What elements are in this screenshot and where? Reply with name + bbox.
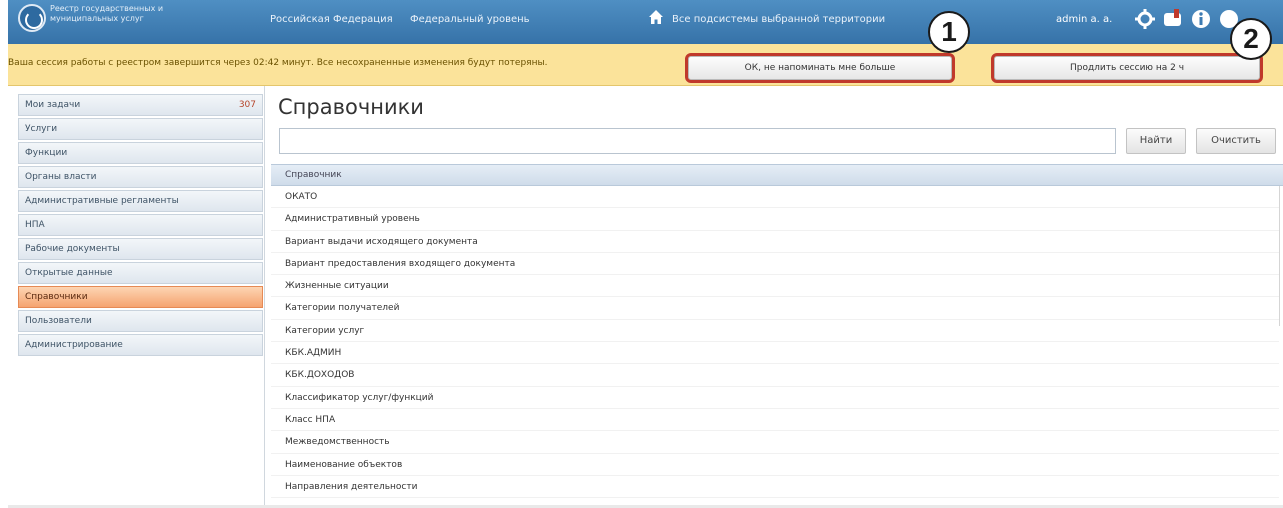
level-link[interactable]: Федеральный уровень (410, 14, 530, 25)
table-row[interactable]: Межведомственность (271, 431, 1279, 454)
page-title: Справочники (278, 95, 424, 119)
search-input[interactable] (279, 128, 1116, 154)
session-warning-bar: Ваша сессия работы с реестром завершится… (8, 44, 1283, 86)
sidebar-item-open-data[interactable]: Открытые данные (18, 262, 263, 284)
scrollbar[interactable] (1279, 186, 1283, 326)
sidebar-item-regulations[interactable]: Административные регламенты (18, 190, 263, 212)
table-row[interactable]: ОКАТО (271, 186, 1279, 209)
table-row[interactable]: Категории получателей (271, 297, 1279, 320)
sidebar-item-services[interactable]: Услуги (18, 118, 263, 140)
table-row[interactable]: Классификатор услуг/функций (271, 387, 1279, 409)
clear-button[interactable]: Очистить (1196, 128, 1276, 154)
session-warning-text: Ваша сессия работы с реестром завершится… (8, 58, 548, 68)
subsystems-link[interactable]: Все подсистемы выбранной территории (672, 14, 885, 25)
table-row[interactable]: Вариант выдачи исходящего документа (271, 231, 1279, 253)
notification-icon[interactable] (1162, 8, 1184, 30)
user-name[interactable]: admin a. a. (1056, 14, 1112, 25)
sidebar-item-my-tasks[interactable]: Мои задачи 307 (18, 94, 263, 116)
table-row[interactable]: Жизненные ситуации (271, 275, 1279, 298)
table-row[interactable]: Административный уровень (271, 208, 1279, 231)
callout-marker-2: 2 (1230, 18, 1272, 60)
sidebar-item-directories[interactable]: Справочники (18, 286, 263, 308)
sidebar-item-label: Мои задачи (25, 100, 81, 110)
callout-marker-1: 1 (928, 11, 970, 53)
table-row[interactable]: Вариант предоставления входящего докумен… (271, 253, 1279, 276)
column-header-directory[interactable]: Справочник (271, 164, 1283, 186)
table-row[interactable]: КБК.АДМИН (271, 342, 1279, 365)
dont-remind-button[interactable]: ОК, не напоминать мне больше (685, 53, 955, 83)
directory-list: ОКАТО Административный уровень Вариант в… (271, 186, 1279, 499)
sidebar-item-users[interactable]: Пользователи (18, 310, 263, 332)
sidebar-item-authorities[interactable]: Органы власти (18, 166, 263, 188)
top-bar: Реестр государственных и муниципальных у… (8, 0, 1283, 44)
table-row[interactable]: Наименование объектов (271, 454, 1279, 476)
table-row[interactable]: Категории услуг (271, 320, 1279, 343)
sidebar-item-npa[interactable]: НПА (18, 214, 263, 236)
sidebar-item-functions[interactable]: Функции (18, 142, 263, 164)
table-row[interactable]: КБК.ДОХОДОВ (271, 364, 1279, 387)
sidebar-item-administration[interactable]: Администрирование (18, 334, 263, 356)
region-link[interactable]: Российская Федерация (270, 14, 393, 25)
sidebar: Мои задачи 307 Услуги Функции Органы вла… (8, 86, 265, 508)
info-icon[interactable] (1190, 8, 1212, 30)
find-button[interactable]: Найти (1126, 128, 1186, 154)
task-count-badge: 307 (238, 100, 256, 110)
sidebar-item-work-documents[interactable]: Рабочие документы (18, 238, 263, 260)
logo-icon[interactable] (18, 4, 46, 32)
table-row[interactable]: Направления деятельности (271, 476, 1279, 499)
home-icon[interactable] (648, 9, 664, 25)
extend-session-button[interactable]: Продлить сессию на 2 ч (991, 53, 1263, 83)
app-name: Реестр государственных и муниципальных у… (50, 4, 164, 23)
gear-icon[interactable] (1134, 8, 1156, 30)
table-row[interactable]: Класс НПА (271, 409, 1279, 432)
